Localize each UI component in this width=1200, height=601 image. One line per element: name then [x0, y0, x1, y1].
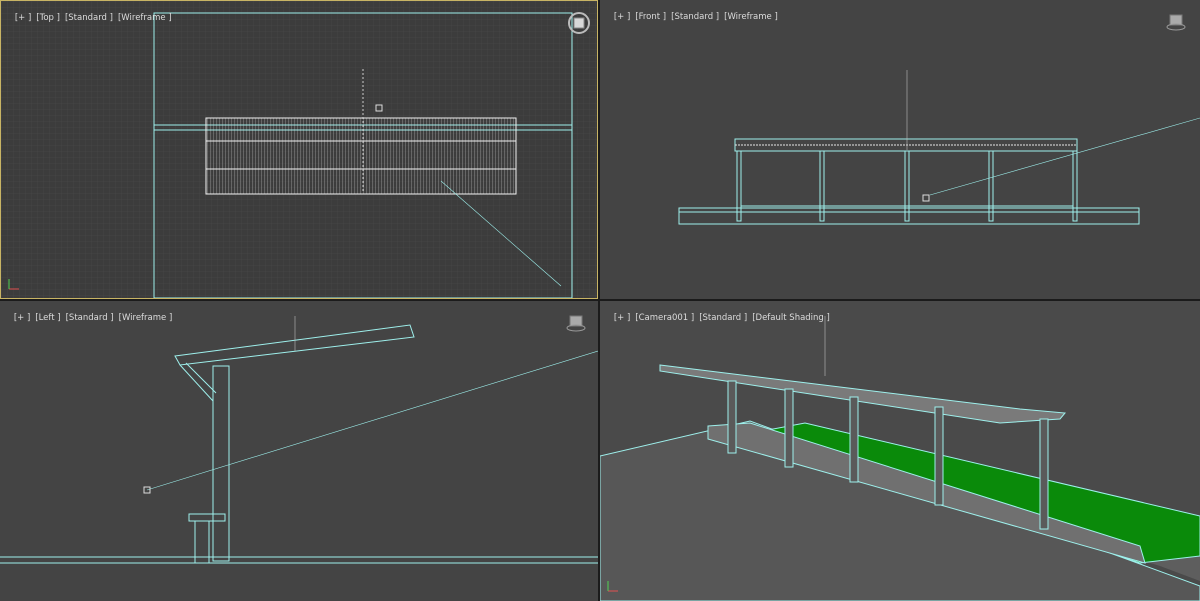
canopy-roof-wire	[205, 117, 517, 195]
viewport-label-top[interactable]: [+ ] [Top ] [Standard ] [Wireframe ]	[4, 3, 177, 33]
viewport-mode-menu[interactable]: [Standard ]	[671, 12, 719, 22]
viewport-mode-menu[interactable]: [Standard ]	[699, 313, 747, 323]
viewport-plus-menu[interactable]: [+ ]	[614, 313, 630, 323]
viewport-view-menu[interactable]: [Front ]	[635, 12, 666, 22]
viewport-left[interactable]: [+ ] [Left ] [Standard ] [Wireframe ]	[0, 301, 598, 601]
viewport-view-menu[interactable]: [Top ]	[36, 13, 60, 23]
viewport-label-front[interactable]: [+ ] [Front ] [Standard ] [Wireframe ]	[603, 2, 783, 32]
view-box-icon[interactable]	[566, 314, 586, 332]
canopy-roof-shaded	[659, 364, 1066, 424]
viewport-mode-menu[interactable]: [Standard ]	[66, 313, 114, 323]
viewport-view-menu[interactable]: [Camera001 ]	[635, 313, 694, 323]
viewport-plus-menu[interactable]: [+ ]	[14, 313, 30, 323]
viewport-view-menu[interactable]: [Left ]	[35, 313, 60, 323]
viewport-top[interactable]: [+ ] [Top ] [Standard ] [Wireframe ]	[0, 0, 598, 299]
left-wireframe-scene[interactable]	[0, 301, 598, 601]
viewport-shade-menu[interactable]: [Wireframe ]	[724, 12, 778, 22]
viewport-shade-menu[interactable]: [Wireframe ]	[119, 313, 173, 323]
viewport-shade-menu[interactable]: [Default Shading ]	[752, 313, 830, 323]
viewport-front[interactable]: [+ ] [Front ] [Standard ] [Wireframe ]	[600, 0, 1200, 299]
viewport-plus-menu[interactable]: [+ ]	[614, 12, 630, 22]
column-side-wire	[212, 365, 230, 562]
roof-beam-wire	[174, 324, 415, 366]
viewport-camera[interactable]: [+ ] [Camera001 ] [Standard ] [Default Shad…	[600, 301, 1200, 601]
viewport-label-camera[interactable]: [+ ] [Camera001 ] [Standard ] [Default Shad…	[603, 303, 835, 333]
viewport-plus-menu[interactable]: [+ ]	[15, 13, 31, 23]
viewport-shade-menu[interactable]: [Wireframe ]	[118, 13, 172, 23]
view-box-icon[interactable]	[1166, 13, 1186, 31]
front-wireframe-scene[interactable]	[600, 0, 1200, 299]
camera-shaded-scene[interactable]	[600, 301, 1200, 601]
viewcube-icon[interactable]	[566, 10, 592, 36]
top-wireframe-scene[interactable]	[1, 1, 598, 299]
viewport-mode-menu[interactable]: [Standard ]	[65, 13, 113, 23]
viewport-label-left[interactable]: [+ ] [Left ] [Standard ] [Wireframe ]	[3, 303, 177, 333]
